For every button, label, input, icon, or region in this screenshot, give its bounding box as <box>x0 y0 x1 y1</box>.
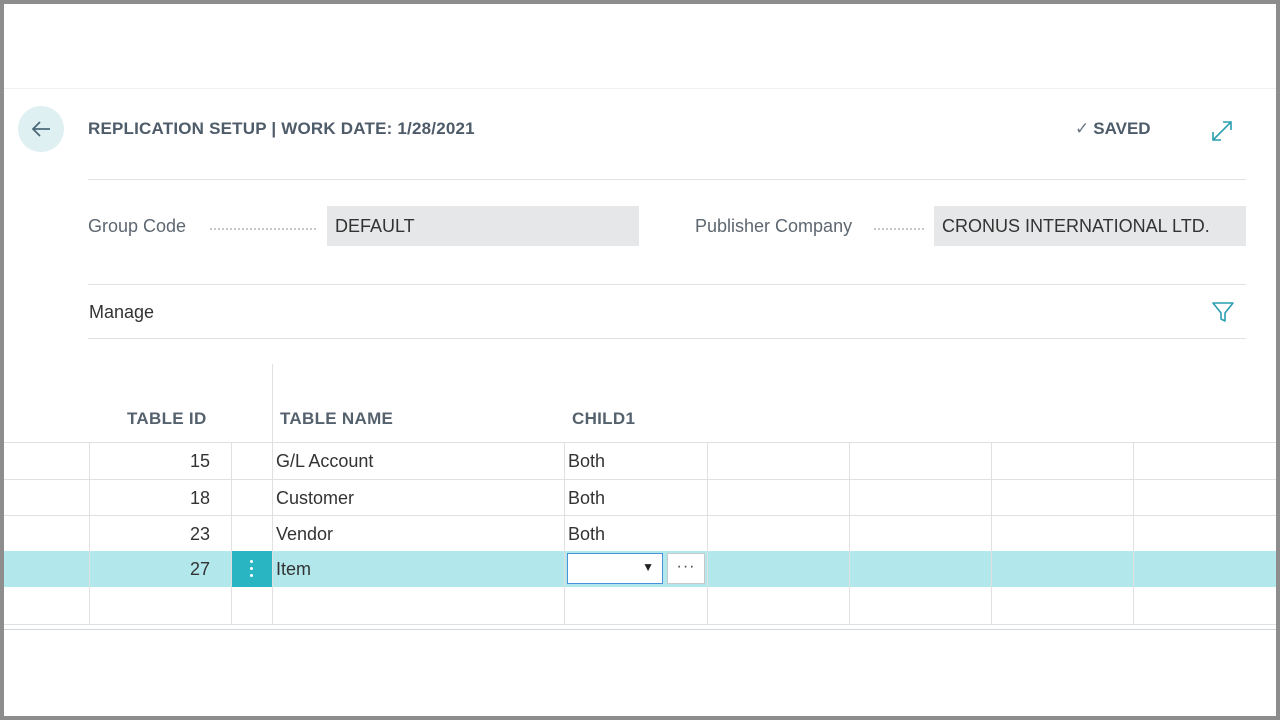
grid-line <box>4 624 1276 625</box>
back-arrow-icon <box>31 121 50 137</box>
table-name-cell[interactable]: Item <box>276 551 311 587</box>
selected-table-row[interactable]: 27 Item ▼ ··· <box>4 551 1276 587</box>
table-row[interactable]: 23 Vendor Both <box>4 516 1276 552</box>
group-code-leader <box>210 228 316 230</box>
table-name-cell[interactable]: G/L Account <box>276 443 373 479</box>
row-actions-button[interactable] <box>232 551 272 587</box>
vertical-ellipsis-icon <box>250 574 253 577</box>
table-id-cell[interactable]: 18 <box>90 480 210 516</box>
table-id-cell[interactable]: 23 <box>90 516 210 552</box>
table-id-cell[interactable]: 15 <box>90 443 210 479</box>
vertical-ellipsis-icon <box>250 567 253 570</box>
column-divider <box>89 442 90 624</box>
title-divider <box>88 179 1246 180</box>
column-divider <box>1133 442 1134 624</box>
filter-icon[interactable] <box>1211 300 1235 324</box>
page-title: REPLICATION SETUP | WORK DATE: 1/28/2021 <box>88 119 475 138</box>
group-code-label: Group Code <box>88 216 187 236</box>
child1-dropdown[interactable]: ▼ <box>567 553 663 584</box>
column-divider <box>849 442 850 624</box>
column-divider <box>991 442 992 624</box>
saved-status: ✓ SAVED <box>1075 119 1151 139</box>
table-row[interactable]: 15 G/L Account Both <box>4 443 1276 479</box>
column-divider <box>231 442 232 624</box>
child1-cell[interactable]: Both <box>568 480 605 516</box>
table-name-cell[interactable]: Customer <box>276 480 354 516</box>
publisher-company-field[interactable]: CRONUS INTERNATIONAL LTD. <box>934 206 1246 246</box>
grid-bottom-border <box>4 629 1276 630</box>
manage-divider <box>88 338 1246 339</box>
empty-table-row[interactable] <box>4 588 1276 624</box>
back-button[interactable] <box>18 106 64 152</box>
dropdown-arrow-icon: ▼ <box>642 560 654 574</box>
publisher-company-leader <box>874 228 924 230</box>
column-header-table-name[interactable]: TABLE NAME <box>280 409 393 429</box>
ellipsis-icon: ··· <box>676 558 696 575</box>
assist-edit-button[interactable]: ··· <box>667 553 705 584</box>
table-row[interactable]: 18 Customer Both <box>4 480 1276 516</box>
child1-cell[interactable]: Both <box>568 516 605 552</box>
vertical-ellipsis-icon <box>250 560 253 563</box>
fields-divider <box>88 284 1246 285</box>
column-header-table-id[interactable]: TABLE ID <box>127 409 207 429</box>
column-divider <box>564 442 565 624</box>
expand-icon[interactable] <box>1210 119 1234 143</box>
group-code-field[interactable]: DEFAULT <box>327 206 639 246</box>
saved-label: SAVED <box>1093 119 1151 138</box>
header-column-divider <box>272 364 273 442</box>
publisher-company-label: Publisher Company <box>695 216 853 236</box>
checkmark-icon: ✓ <box>1075 119 1090 138</box>
table-name-cell[interactable]: Vendor <box>276 516 333 552</box>
child1-cell[interactable]: Both <box>568 443 605 479</box>
manage-action[interactable]: Manage <box>89 302 154 323</box>
column-divider <box>272 442 273 624</box>
column-header-child1[interactable]: CHILD1 <box>572 409 635 429</box>
top-band <box>4 4 1276 89</box>
table-id-cell[interactable]: 27 <box>90 551 210 587</box>
column-divider <box>707 442 708 624</box>
